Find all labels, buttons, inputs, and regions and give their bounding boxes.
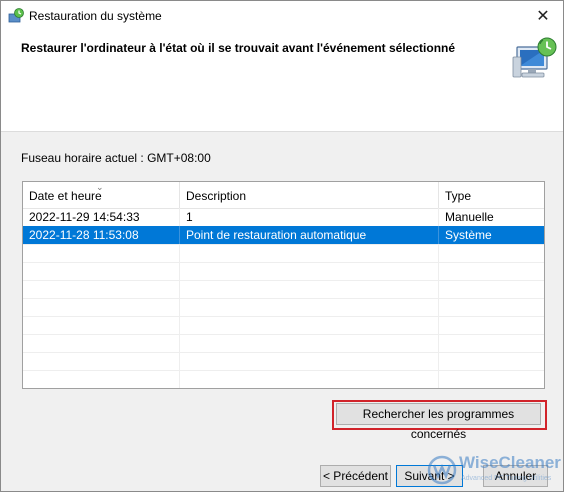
table-row[interactable]: 2022-11-29 14:54:33 1 Manuelle bbox=[23, 208, 544, 227]
cell-date: 2022-11-28 11:53:08 bbox=[23, 226, 180, 244]
cell-description: Point de restauration automatique bbox=[180, 226, 439, 244]
system-restore-window: Restauration du système ✕ Restaurer l'or… bbox=[0, 0, 564, 492]
cell-type: Système bbox=[445, 228, 492, 242]
cell-date: 2022-11-29 14:54:33 bbox=[23, 208, 180, 226]
computer-restore-icon bbox=[512, 37, 557, 78]
column-header-type[interactable]: Type bbox=[439, 182, 544, 208]
column-header-description[interactable]: Description bbox=[180, 182, 439, 208]
column-header-date[interactable]: ⌄ Date et heure bbox=[23, 182, 180, 208]
page-heading: Restaurer l'ordinateur à l'état où il se… bbox=[21, 41, 456, 55]
window-title: Restauration du système bbox=[29, 9, 162, 23]
empty-row bbox=[23, 316, 544, 335]
header-panel: Restaurer l'ordinateur à l'état où il se… bbox=[1, 31, 563, 132]
sort-arrow-icon: ⌄ bbox=[96, 182, 104, 192]
close-icon: ✕ bbox=[536, 8, 550, 25]
empty-row bbox=[23, 280, 544, 299]
empty-row bbox=[23, 244, 544, 263]
empty-row bbox=[23, 370, 544, 388]
cancel-button[interactable]: Annuler bbox=[483, 465, 548, 487]
back-button[interactable]: < Précédent bbox=[320, 465, 391, 487]
next-button[interactable]: Suivant > bbox=[396, 465, 463, 487]
system-restore-icon bbox=[8, 8, 24, 23]
scan-affected-programs-button[interactable]: Rechercher les programmes concernés bbox=[336, 403, 541, 441]
cell-description: 1 bbox=[180, 208, 439, 226]
table-row-selected[interactable]: 2022-11-28 11:53:08 Point de restauratio… bbox=[23, 226, 544, 245]
empty-row bbox=[23, 262, 544, 281]
cell-type: Manuelle bbox=[445, 210, 494, 224]
timezone-label: Fuseau horaire actuel : GMT+08:00 bbox=[21, 151, 211, 165]
empty-row bbox=[23, 298, 544, 317]
close-button[interactable]: ✕ bbox=[523, 1, 563, 31]
table-header: ⌄ Date et heure Description Type bbox=[23, 182, 544, 209]
restore-points-table: ⌄ Date et heure Description Type 2022-11… bbox=[22, 181, 545, 389]
title-bar: Restauration du système ✕ bbox=[1, 1, 563, 31]
empty-row bbox=[23, 334, 544, 353]
empty-row bbox=[23, 352, 544, 371]
